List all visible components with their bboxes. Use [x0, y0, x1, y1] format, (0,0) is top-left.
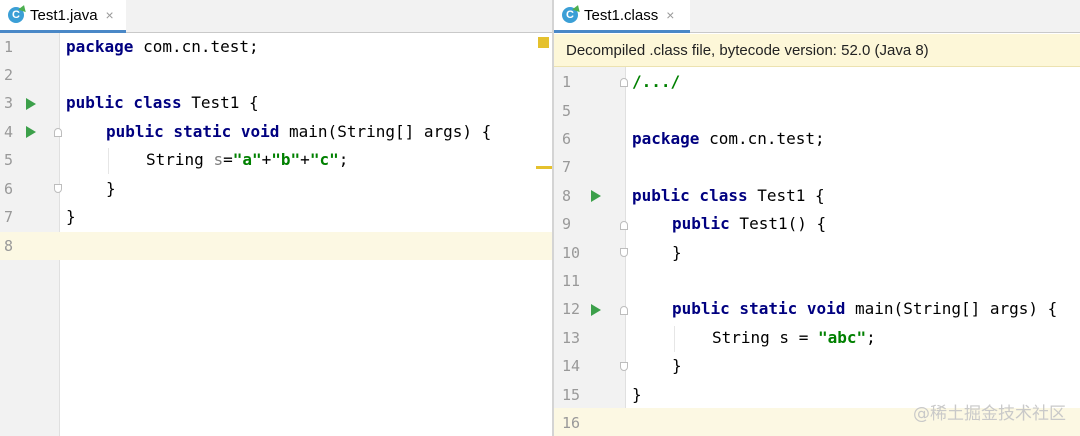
code-line: public class Test1 { [66, 93, 259, 112]
java-class-icon: C [8, 7, 24, 23]
line-number: 16 [562, 414, 581, 432]
line-number: 11 [562, 272, 581, 290]
line-number: 12 [562, 300, 581, 318]
line-number: 1 [562, 73, 572, 91]
line-number: 4 [4, 123, 14, 141]
left-tab-bar: C Test1.java × [0, 0, 552, 33]
run-icon[interactable] [26, 126, 36, 138]
fold-icon[interactable] [620, 78, 628, 87]
right-tab-bar: C Test1.class × [554, 0, 1080, 33]
fold-icon[interactable] [54, 128, 62, 137]
code-line: } [106, 179, 116, 198]
inspection-status-marker[interactable] [538, 37, 549, 48]
line-number: 6 [4, 180, 14, 198]
tab-label: Test1.java [30, 6, 98, 24]
code-line: package com.cn.test; [66, 37, 259, 56]
code-line: public static void main(String[] args) { [106, 122, 492, 141]
code-line: String s = "abc"; [712, 328, 876, 347]
fold-icon[interactable] [620, 248, 628, 257]
decompiled-banner: Decompiled .class file, bytecode version… [554, 34, 1080, 67]
tab-label: Test1.class [584, 6, 659, 24]
indent-guide [674, 326, 675, 352]
watermark: @稀土掘金技术社区 [913, 404, 1066, 424]
fold-icon[interactable] [620, 221, 628, 230]
class-file-icon: C [562, 7, 578, 23]
tab-test1-class[interactable]: C Test1.class × [554, 0, 690, 33]
code-line: package com.cn.test; [632, 129, 825, 148]
code-line: } [672, 243, 682, 262]
line-number: 5 [562, 102, 572, 120]
right-editor-pane: C Test1.class × Decompiled .class file, … [554, 0, 1080, 436]
run-icon[interactable] [591, 190, 601, 202]
code-line: } [632, 385, 642, 404]
tab-test1-java[interactable]: C Test1.java × [0, 0, 126, 33]
code-line: public class Test1 { [632, 186, 825, 205]
line-number: 1 [4, 38, 14, 56]
line-number: 7 [562, 158, 572, 176]
line-number: 6 [562, 130, 572, 148]
close-icon[interactable]: × [106, 7, 114, 23]
line-number: 8 [562, 187, 572, 205]
line-number: 15 [562, 386, 581, 404]
line-number: 9 [562, 215, 572, 233]
indent-guide [108, 148, 109, 174]
code-line: } [66, 207, 76, 226]
run-icon[interactable] [26, 98, 36, 110]
line-number: 7 [4, 208, 14, 226]
warning-stripe-marker[interactable] [536, 166, 552, 169]
close-icon[interactable]: × [666, 7, 674, 23]
fold-icon[interactable] [620, 306, 628, 315]
line-number: 8 [4, 237, 14, 255]
line-number: 14 [562, 357, 581, 375]
code-line: public Test1() { [672, 214, 827, 233]
line-number: 2 [4, 66, 14, 84]
run-icon[interactable] [591, 304, 601, 316]
fold-icon[interactable] [620, 362, 628, 371]
folded-comment[interactable]: /.../ [632, 68, 680, 96]
code-line: } [672, 356, 682, 375]
left-editor-pane: C Test1.java × 1 2 3 4 5 6 7 8 package c… [0, 0, 552, 436]
line-number: 10 [562, 244, 581, 262]
line-number: 13 [562, 329, 581, 347]
current-line-highlight [0, 232, 552, 260]
line-number: 5 [4, 151, 14, 169]
code-line: String s="a"+"b"+"c"; [146, 150, 349, 169]
fold-icon[interactable] [54, 184, 62, 193]
line-number: 3 [4, 94, 14, 112]
code-line: public static void main(String[] args) { [672, 299, 1058, 318]
